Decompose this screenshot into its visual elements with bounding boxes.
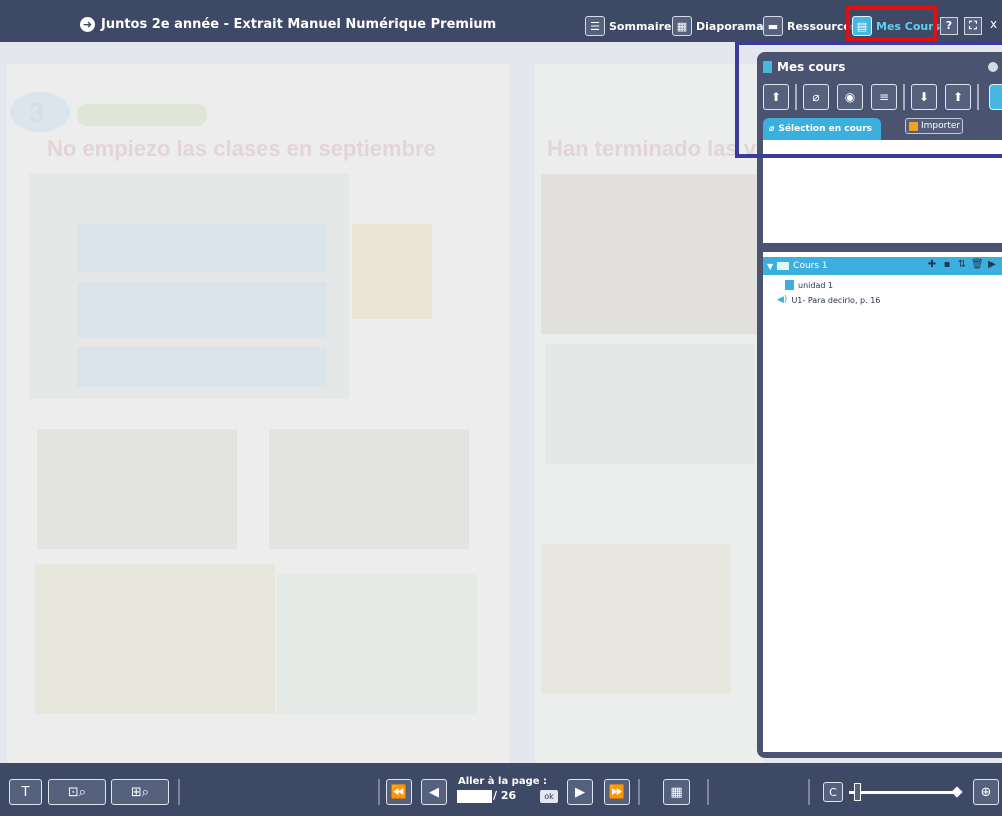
reset-zoom-icon[interactable]: C	[823, 782, 843, 802]
highlight-frame-panel-tools	[735, 41, 1002, 158]
move-icon[interactable]: ⇅	[956, 259, 968, 271]
folder-icon	[777, 262, 790, 270]
goto-page-label: Aller à la page :	[458, 776, 548, 787]
list-icon: ☰	[585, 16, 605, 36]
next-page-icon[interactable]: ▶	[567, 779, 593, 805]
text-tool-icon[interactable]: T	[9, 779, 42, 805]
expand-triangle-icon[interactable]: ▼	[767, 262, 773, 271]
app-title-text: Juntos 2e année - Extrait Manuel Numériq…	[101, 17, 497, 32]
diaporama-button[interactable]: ▦ Diaporama	[672, 15, 764, 37]
page-total: / 26	[493, 789, 517, 802]
fullscreen-icon[interactable]: ⛶	[964, 17, 982, 35]
play-icon[interactable]: ▶	[986, 259, 998, 271]
zoom-slider-thumb[interactable]	[854, 783, 861, 801]
back-arrow-icon[interactable]: ➜	[80, 17, 95, 32]
thumbnails-grid-icon[interactable]: ▦	[663, 779, 690, 805]
sommaire-label: Sommaire	[609, 19, 672, 33]
zoom-area-icon[interactable]: ⊡⌕	[48, 779, 106, 805]
double-page-zoom-icon[interactable]: ⊞⌕	[111, 779, 169, 805]
bottom-toolbar: T ⊡⌕ ⊞⌕ ⏪ ◀ Aller à la page : / 26 ok ▶ …	[0, 763, 1002, 816]
grid-icon: ▦	[672, 16, 692, 36]
zoom-slider-end	[951, 786, 963, 798]
document-icon	[785, 280, 794, 290]
last-page-icon[interactable]: ⏩	[604, 779, 630, 805]
highlight-frame-mes-cours	[846, 6, 937, 42]
first-page-icon[interactable]: ⏪	[386, 779, 412, 805]
help-button[interactable]: ?	[940, 17, 958, 35]
diaporama-label: Diaporama	[696, 19, 764, 33]
trash-icon[interactable]: 🗑	[971, 259, 984, 271]
copy-icon[interactable]: ▪	[941, 259, 953, 271]
course-tree[interactable]: ▼ Cours 1 ✚ ▪ ⇅ 🗑 ▶ unidad 1 ◀) U1- Para…	[763, 252, 1002, 752]
close-button[interactable]: x	[990, 17, 997, 31]
tree-item-label: unidad 1	[798, 280, 834, 290]
tree-item-label: U1- Para decirlo, p. 16	[791, 295, 881, 305]
tree-root-label: Cours 1	[793, 261, 828, 271]
folder-icon: ▬	[763, 16, 783, 36]
ok-button[interactable]: ok	[540, 790, 558, 803]
tree-actions: ✚ ▪ ⇅ 🗑 ▶	[926, 259, 998, 271]
zoom-in-icon[interactable]: ⊕	[973, 779, 999, 805]
zoom-slider[interactable]	[849, 791, 959, 794]
sommaire-button[interactable]: ☰ Sommaire	[585, 15, 671, 37]
audio-icon: ◀)	[777, 295, 788, 305]
add-icon[interactable]: ✚	[926, 259, 938, 271]
app-title: ➜ Juntos 2e année - Extrait Manuel Numér…	[80, 17, 496, 32]
tree-item-unidad-1[interactable]: unidad 1	[785, 280, 833, 290]
ressources-button[interactable]: ▬ Ressources	[763, 15, 857, 37]
page-number-input[interactable]	[457, 790, 492, 803]
tree-item-para-decirlo[interactable]: ◀) U1- Para decirlo, p. 16	[777, 295, 880, 305]
previous-page-icon[interactable]: ◀	[421, 779, 447, 805]
